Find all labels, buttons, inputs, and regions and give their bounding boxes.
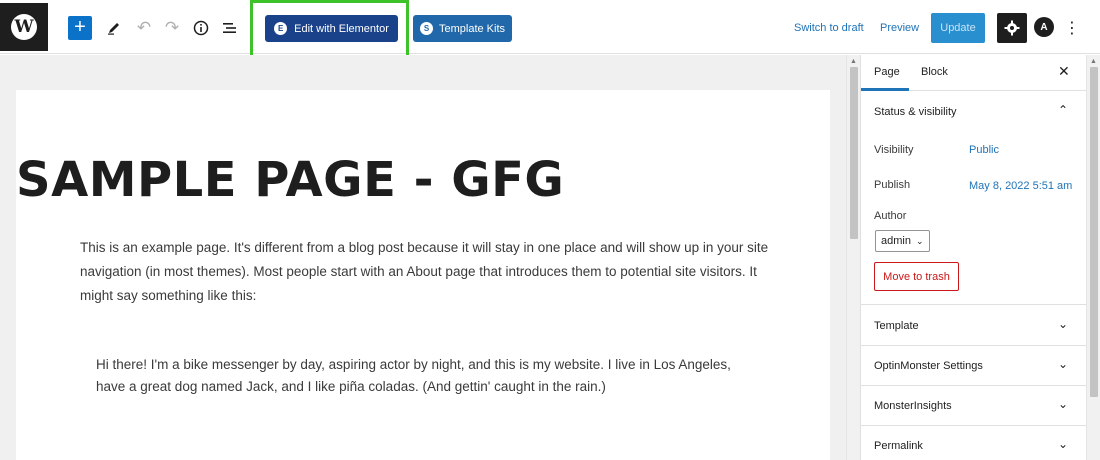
template-kits-icon: S xyxy=(419,22,433,35)
active-tab-indicator xyxy=(861,88,909,91)
top-toolbar: W + ↶ ↷ E Edit with Elementor S Template… xyxy=(0,0,1100,58)
visibility-value[interactable]: Public xyxy=(969,144,999,156)
chevron-down-icon[interactable]: ⌄ xyxy=(1058,437,1068,451)
template-kits-label: Template Kits xyxy=(438,22,506,35)
panel-title: MonsterInsights xyxy=(874,400,952,412)
optinmonster-panel[interactable]: OptinMonster Settings ⌄ xyxy=(861,346,1087,386)
settings-sidebar: Page Block ✕ Status & visibility ⌃ Visib… xyxy=(860,55,1087,460)
chevron-down-icon[interactable]: ⌄ xyxy=(1058,317,1068,331)
sidebar-tabs: Page Block ✕ xyxy=(861,55,1087,91)
chevron-down-icon[interactable]: ⌄ xyxy=(1058,397,1068,411)
redo-icon[interactable]: ↷ xyxy=(159,14,185,42)
move-to-trash-button[interactable]: Move to trash xyxy=(874,262,959,291)
chevron-down-icon[interactable]: ⌄ xyxy=(1058,357,1068,371)
elementor-icon: E xyxy=(274,22,288,35)
gear-icon[interactable] xyxy=(997,13,1027,43)
update-button[interactable]: Update xyxy=(931,13,985,43)
panel-title[interactable]: Status & visibility xyxy=(874,106,957,118)
preview-link[interactable]: Preview xyxy=(880,22,919,34)
tab-page[interactable]: Page xyxy=(874,66,900,78)
chevron-down-icon: ⌄ xyxy=(915,235,924,246)
author-select[interactable]: admin ⌄ xyxy=(875,230,930,252)
panel-title: Template xyxy=(874,320,919,332)
list-view-icon[interactable] xyxy=(217,14,243,42)
astra-icon[interactable]: A xyxy=(1034,17,1054,37)
panel-title: Permalink xyxy=(874,440,923,452)
edit-with-elementor-button[interactable]: E Edit with Elementor xyxy=(265,15,398,42)
quote-block[interactable]: Hi there! I'm a bike messenger by day, a… xyxy=(96,354,761,398)
chevron-up-icon[interactable]: ⌃ xyxy=(1058,103,1068,117)
scrollbar-thumb[interactable] xyxy=(1090,67,1098,397)
undo-icon[interactable]: ↶ xyxy=(131,14,157,42)
editor-area: SAMPLE PAGE - GFG This is an example pag… xyxy=(0,55,846,460)
pencil-icon[interactable] xyxy=(101,14,127,42)
monsterinsights-panel[interactable]: MonsterInsights ⌄ xyxy=(861,386,1087,426)
editor-canvas: SAMPLE PAGE - GFG This is an example pag… xyxy=(16,90,830,460)
tab-block[interactable]: Block xyxy=(921,66,948,78)
template-panel[interactable]: Template ⌄ xyxy=(861,306,1087,346)
edit-with-elementor-label: Edit with Elementor xyxy=(294,22,389,35)
close-icon[interactable]: ✕ xyxy=(1058,63,1070,80)
wordpress-logo-mark: W xyxy=(11,14,37,40)
permalink-panel[interactable]: Permalink ⌄ xyxy=(861,426,1087,460)
visibility-label: Visibility xyxy=(874,144,914,156)
sidebar-scrollbar[interactable]: ▲ xyxy=(1086,55,1100,460)
wordpress-logo-icon[interactable]: W xyxy=(0,3,48,51)
scroll-up-arrow-icon[interactable]: ▲ xyxy=(1090,58,1097,65)
scrollbar-thumb[interactable] xyxy=(850,67,858,239)
page-title[interactable]: SAMPLE PAGE - GFG xyxy=(16,152,564,208)
publish-date-value[interactable]: May 8, 2022 5:51 am xyxy=(969,180,1072,192)
panel-title: OptinMonster Settings xyxy=(874,360,983,372)
editor-scrollbar[interactable]: ▲ xyxy=(846,55,860,460)
switch-to-draft-link[interactable]: Switch to draft xyxy=(794,22,864,34)
paragraph-block[interactable]: This is an example page. It's different … xyxy=(80,236,770,308)
template-kits-button[interactable]: S Template Kits xyxy=(413,15,512,42)
author-value: admin xyxy=(881,235,911,247)
status-visibility-panel: Status & visibility ⌃ Visibility Public … xyxy=(861,92,1087,305)
author-label: Author xyxy=(874,210,907,222)
add-block-button[interactable]: + xyxy=(68,16,92,40)
publish-label: Publish xyxy=(874,179,911,191)
info-icon[interactable] xyxy=(188,14,214,42)
scroll-up-arrow-icon[interactable]: ▲ xyxy=(850,58,857,65)
more-vertical-icon[interactable]: ⋮ xyxy=(1064,16,1080,40)
